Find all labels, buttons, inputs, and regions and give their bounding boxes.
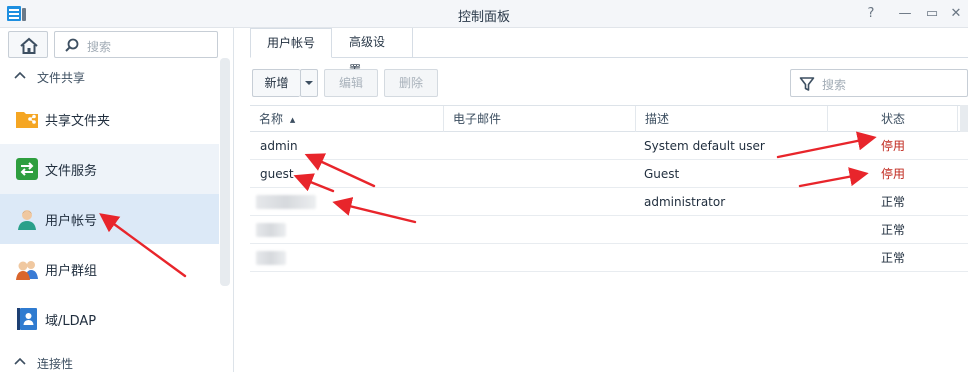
section-file-sharing[interactable]: 文件共享 xyxy=(0,64,230,90)
table-row[interactable]: administrator 正常 xyxy=(250,188,968,216)
sidebar-item-label: 用户帐号 xyxy=(45,214,98,229)
cell-status: 停用 xyxy=(881,167,906,181)
tab-user-accounts[interactable]: 用户帐号 xyxy=(250,28,332,58)
sidebar-item-file-services[interactable]: 文件服务 xyxy=(0,144,219,194)
chevron-up-icon xyxy=(14,357,26,365)
chevron-down-icon xyxy=(305,81,313,85)
cell-status: 正常 xyxy=(881,251,906,265)
table-row[interactable]: admin System default user 停用 xyxy=(250,132,968,160)
column-header-description[interactable]: 描述 xyxy=(636,106,828,132)
group-icon xyxy=(15,257,39,281)
sidebar-item-label: 文件服务 xyxy=(45,164,98,179)
cell-status: 正常 xyxy=(881,195,906,209)
home-icon xyxy=(20,37,38,54)
sidebar-scrollbar[interactable] xyxy=(220,58,230,286)
help-button[interactable]: ? xyxy=(861,4,881,24)
shared-folder-icon xyxy=(15,107,39,131)
user-filter-input[interactable]: 搜索 xyxy=(790,69,968,97)
section-label: 文件共享 xyxy=(37,71,86,85)
redacted-name xyxy=(256,195,316,209)
maximize-button[interactable]: ▭ xyxy=(922,4,942,24)
table-header: 名称 ▲ 电子邮件 描述 状态 xyxy=(250,105,968,132)
cell-description: administrator xyxy=(644,195,726,209)
table-row[interactable]: 正常 xyxy=(250,244,968,272)
delete-button[interactable]: 删除 xyxy=(384,69,438,97)
column-header-email[interactable]: 电子邮件 xyxy=(444,106,636,132)
cell-description: System default user xyxy=(644,139,765,153)
sidebar-item-domain-ldap[interactable]: 域/LDAP xyxy=(0,294,219,344)
filter-icon xyxy=(799,77,815,91)
column-header-status[interactable]: 状态 xyxy=(828,106,958,132)
create-button[interactable]: 新增 xyxy=(252,69,300,97)
create-dropdown-button[interactable] xyxy=(300,69,318,97)
search-icon xyxy=(65,38,79,52)
sidebar: 搜索 文件共享 共享文件夹 文件服务 用户帐号 用户群组 域/LDAP 连接性 xyxy=(0,28,234,372)
sidebar-item-user-groups[interactable]: 用户群组 xyxy=(0,244,219,294)
title-bar: 控制面板 ? — ▭ ✕ xyxy=(0,0,968,28)
minimize-button[interactable]: — xyxy=(895,4,915,24)
sidebar-item-user-accounts[interactable]: 用户帐号 xyxy=(0,194,219,244)
table-row[interactable]: guest Guest 停用 xyxy=(250,160,968,188)
section-label: 连接性 xyxy=(37,357,74,371)
cell-status: 停用 xyxy=(881,139,906,153)
column-label: 名称 xyxy=(259,112,284,126)
cell-status: 正常 xyxy=(881,223,906,237)
section-connectivity[interactable]: 连接性 xyxy=(0,350,230,372)
edit-button[interactable]: 编辑 xyxy=(324,69,378,97)
table-scrollbar[interactable] xyxy=(960,105,968,132)
sidebar-item-shared-folder[interactable]: 共享文件夹 xyxy=(0,94,219,144)
sort-ascending-icon: ▲ xyxy=(289,116,296,124)
window-title: 控制面板 xyxy=(457,10,510,25)
table-row[interactable]: 正常 xyxy=(250,216,968,244)
cell-name: guest xyxy=(260,167,294,181)
sidebar-search-input[interactable]: 搜索 xyxy=(54,31,218,58)
close-button[interactable]: ✕ xyxy=(946,4,966,24)
user-icon xyxy=(15,207,39,231)
home-button[interactable] xyxy=(8,31,48,58)
file-services-icon xyxy=(15,157,39,181)
cell-description: Guest xyxy=(644,167,680,181)
cell-name: admin xyxy=(260,139,298,153)
sidebar-item-label: 用户群组 xyxy=(45,264,98,279)
sidebar-search-placeholder: 搜索 xyxy=(87,40,112,54)
domain-ldap-icon xyxy=(15,307,39,331)
tab-advanced-settings[interactable]: 高级设置 xyxy=(333,28,413,77)
redacted-name xyxy=(256,223,286,237)
filter-placeholder: 搜索 xyxy=(822,78,847,92)
redacted-name xyxy=(256,251,286,265)
column-header-name[interactable]: 名称 ▲ xyxy=(250,106,444,132)
sidebar-item-label: 域/LDAP xyxy=(45,314,97,329)
chevron-up-icon xyxy=(14,71,26,79)
sidebar-item-label: 共享文件夹 xyxy=(45,114,111,129)
